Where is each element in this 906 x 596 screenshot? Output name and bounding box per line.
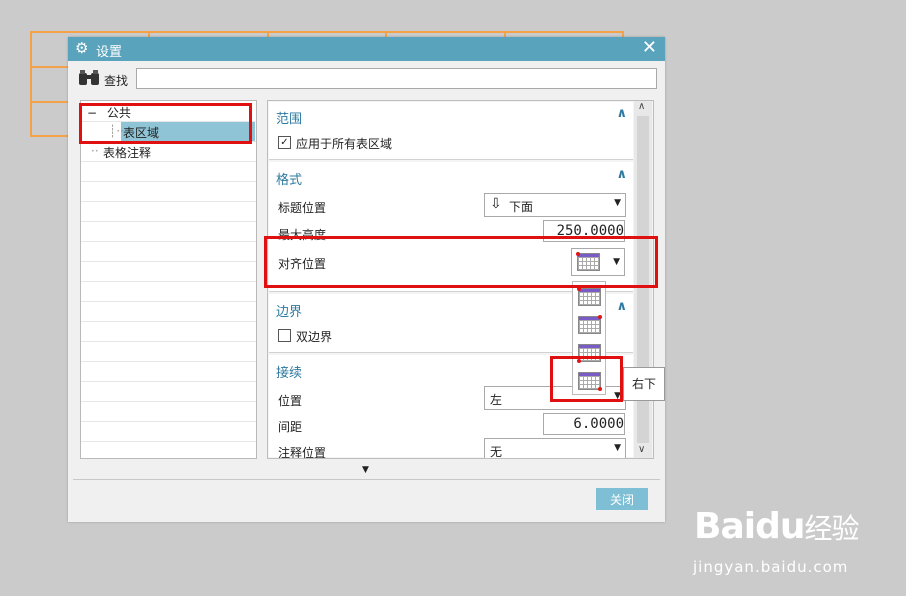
scroll-up-icon[interactable]: ∧: [638, 101, 645, 112]
highlight-box-tree: [79, 103, 252, 144]
note-position-label: 注释位置: [278, 446, 327, 459]
section-title: 格式: [276, 173, 303, 188]
spacing-input[interactable]: 6.0000: [543, 413, 625, 435]
tooltip: 右下: [623, 367, 665, 401]
category-tree: − 公共 ┊·· 表区域 ·· 表格注释: [80, 100, 257, 459]
binoculars-icon: [78, 70, 100, 90]
find-label: 查找: [104, 74, 129, 88]
position-label: 位置: [278, 394, 303, 408]
chevron-down-icon: ▼: [614, 443, 621, 453]
find-input[interactable]: [136, 68, 657, 89]
align-option-top-right[interactable]: [578, 315, 602, 334]
note-position-select[interactable]: 无 ▼: [484, 438, 626, 458]
watermark-url: jingyan.baidu.com: [693, 558, 849, 576]
align-option-top-left[interactable]: [577, 287, 601, 306]
gear-icon: ⚙: [75, 39, 89, 57]
spacing-label: 间距: [278, 420, 303, 434]
close-icon[interactable]: ✕: [642, 38, 657, 58]
highlight-box-option: [550, 356, 623, 402]
dialog-title: 设置: [96, 45, 123, 60]
section-scope: 范围 ∧ ✓ 应用于所有表区域: [269, 102, 633, 160]
collapse-icon[interactable]: ∧: [616, 106, 627, 121]
section-title: 接续: [276, 366, 303, 381]
section-title: 范围: [276, 112, 303, 127]
chevron-down-icon: ▼: [614, 198, 621, 208]
close-button[interactable]: 关闭: [596, 488, 648, 510]
arrow-down-icon: ⇩: [490, 196, 502, 212]
title-position-select[interactable]: ⇩ 下面 ▼: [484, 193, 626, 217]
expand-down-icon[interactable]: ▼: [362, 465, 369, 475]
tree-connector: ··: [91, 144, 99, 158]
tree-item-table-note[interactable]: 表格注释: [103, 144, 151, 161]
apply-all-checkbox[interactable]: ✓: [278, 136, 291, 149]
double-border-checkbox[interactable]: [278, 329, 291, 342]
checkbox-label: 双边界: [296, 330, 333, 344]
collapse-icon[interactable]: ∧: [616, 299, 627, 314]
divider: [73, 479, 660, 480]
title-position-label: 标题位置: [278, 201, 327, 215]
watermark-logo: Baidu经验: [694, 506, 860, 547]
highlight-box-align: [264, 236, 658, 288]
scroll-down-icon[interactable]: ∨: [638, 444, 645, 455]
collapse-icon[interactable]: ∧: [616, 167, 627, 182]
section-title: 边界: [276, 305, 303, 320]
title-bar: ⚙ 设置 ✕: [68, 37, 665, 61]
tree-item-label: 表格注释: [103, 146, 152, 160]
checkbox-label: 应用于所有表区域: [296, 137, 393, 151]
